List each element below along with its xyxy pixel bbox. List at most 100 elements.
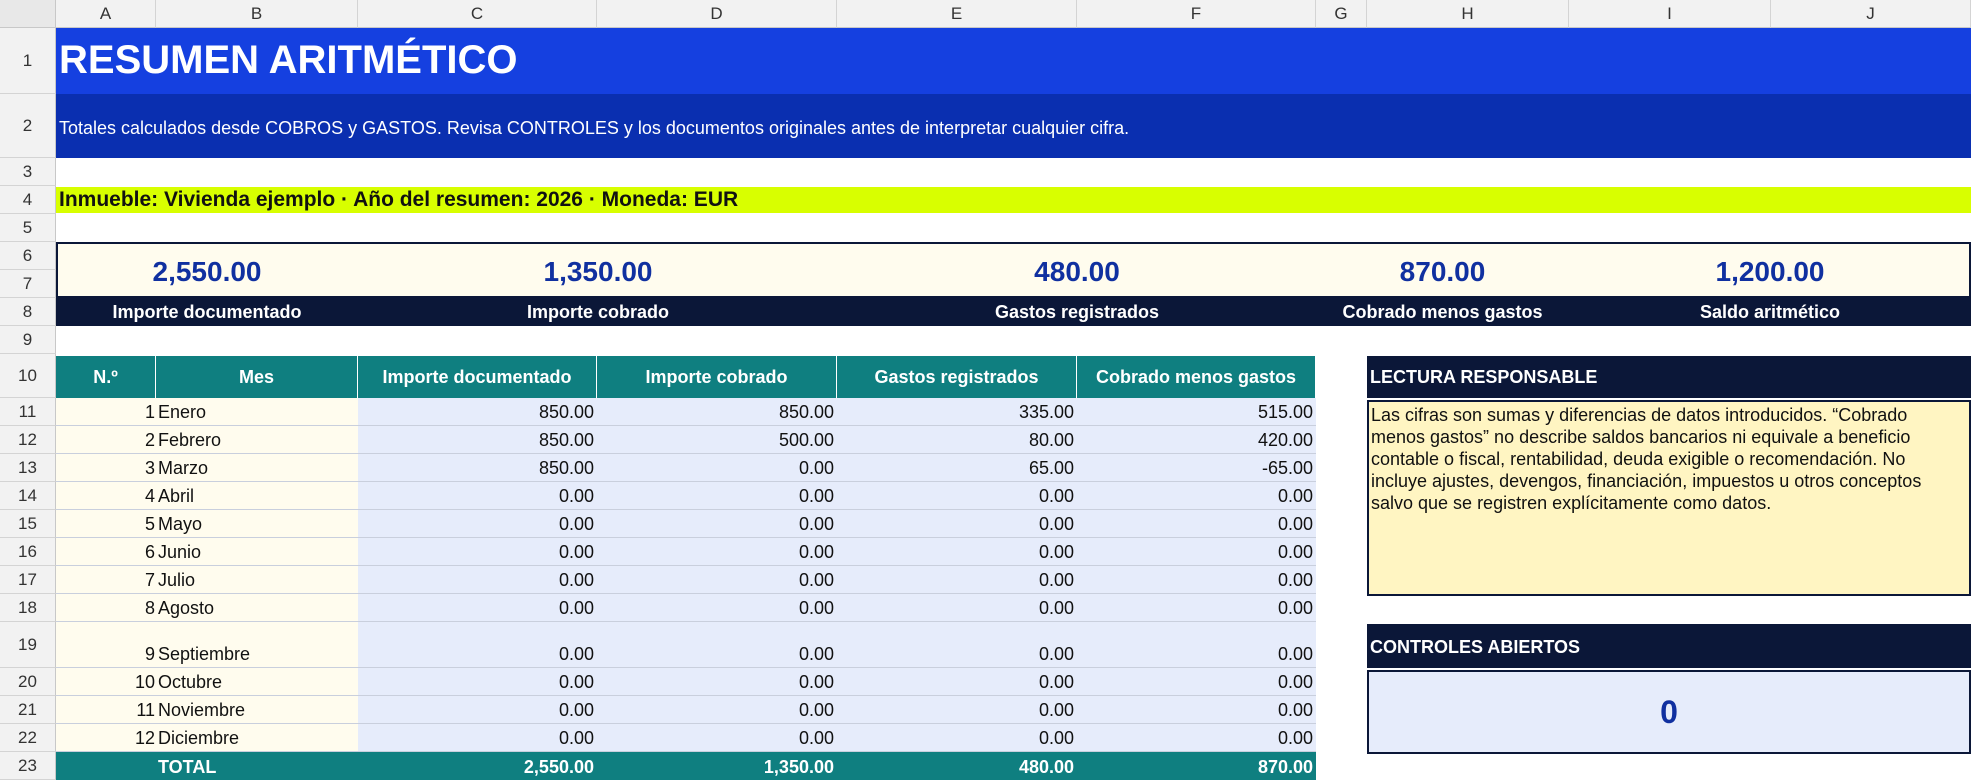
month-number[interactable]: 4 — [56, 482, 156, 510]
column-header-f[interactable]: F — [1077, 0, 1316, 28]
importe-documentado-cell[interactable]: 0.00 — [358, 566, 597, 594]
table-header-mes[interactable]: Mes — [156, 356, 358, 398]
table-header-importe-cobrado[interactable]: Importe cobrado — [597, 356, 837, 398]
month-number[interactable]: 7 — [56, 566, 156, 594]
gastos-registrados-cell[interactable]: 0.00 — [837, 510, 1077, 538]
total-importe-documentado[interactable]: 2,550.00 — [358, 754, 597, 780]
table-header-numero[interactable]: N.º — [56, 356, 156, 398]
importe-documentado-cell[interactable]: 850.00 — [358, 426, 597, 454]
row-header-15[interactable]: 15 — [0, 510, 56, 538]
row-header-1[interactable]: 1 — [0, 28, 56, 94]
cobrado-menos-gastos-cell[interactable]: 0.00 — [1077, 594, 1316, 622]
row-header-19[interactable]: 19 — [0, 622, 56, 668]
cobrado-menos-gastos-cell[interactable]: 0.00 — [1077, 668, 1316, 696]
total-label[interactable]: TOTAL — [156, 754, 358, 780]
row-header-23[interactable]: 23 — [0, 752, 56, 780]
row-header-3[interactable]: 3 — [0, 158, 56, 186]
row-header-11[interactable]: 11 — [0, 398, 56, 426]
kpi-value-cobrado-menos-gastos[interactable]: 870.00 — [1316, 252, 1569, 292]
column-header-g[interactable]: G — [1316, 0, 1367, 28]
table-header-cobrado-menos-gastos[interactable]: Cobrado menos gastos — [1077, 356, 1316, 398]
month-number[interactable]: 8 — [56, 594, 156, 622]
month-number[interactable]: 2 — [56, 426, 156, 454]
cobrado-menos-gastos-cell[interactable]: -65.00 — [1077, 454, 1316, 482]
gastos-registrados-cell[interactable]: 0.00 — [837, 594, 1077, 622]
row-header-17[interactable]: 17 — [0, 566, 56, 594]
gastos-registrados-cell[interactable]: 0.00 — [837, 538, 1077, 566]
gastos-registrados-cell[interactable]: 0.00 — [837, 566, 1077, 594]
row-header-10[interactable]: 10 — [0, 354, 56, 398]
month-number[interactable]: 5 — [56, 510, 156, 538]
kpi-value-importe-cobrado[interactable]: 1,350.00 — [358, 252, 838, 292]
select-all-corner[interactable] — [0, 0, 56, 28]
month-name[interactable]: Septiembre — [156, 622, 358, 668]
table-header-gastos-registrados[interactable]: Gastos registrados — [837, 356, 1077, 398]
row-header-4[interactable]: 4 — [0, 186, 56, 214]
month-number[interactable]: 11 — [56, 696, 156, 724]
importe-cobrado-cell[interactable]: 0.00 — [597, 454, 837, 482]
controles-count[interactable]: 0 — [1367, 670, 1971, 754]
importe-documentado-cell[interactable]: 0.00 — [358, 724, 597, 752]
month-number[interactable]: 12 — [56, 724, 156, 752]
cobrado-menos-gastos-cell[interactable]: 0.00 — [1077, 696, 1316, 724]
lectura-note[interactable]: Las cifras son sumas y diferencias de da… — [1367, 400, 1971, 596]
column-header-a[interactable]: A — [56, 0, 156, 28]
row-header-7[interactable]: 7 — [0, 270, 56, 298]
cobrado-menos-gastos-cell[interactable]: 0.00 — [1077, 724, 1316, 752]
column-header-h[interactable]: H — [1367, 0, 1569, 28]
month-number[interactable]: 9 — [56, 622, 156, 668]
month-name[interactable]: Octubre — [156, 668, 358, 696]
gastos-registrados-cell[interactable]: 0.00 — [837, 724, 1077, 752]
info-banner[interactable]: Inmueble: Vivienda ejemplo · Año del res… — [56, 187, 1971, 213]
row-header-13[interactable]: 13 — [0, 454, 56, 482]
row-header-22[interactable]: 22 — [0, 724, 56, 752]
column-header-c[interactable]: C — [358, 0, 597, 28]
total-cobrado-menos-gastos[interactable]: 870.00 — [1077, 754, 1316, 780]
total-gastos-registrados[interactable]: 480.00 — [837, 754, 1077, 780]
gastos-registrados-cell[interactable]: 65.00 — [837, 454, 1077, 482]
column-header-i[interactable]: I — [1569, 0, 1771, 28]
row-header-12[interactable]: 12 — [0, 426, 56, 454]
gastos-registrados-cell[interactable]: 0.00 — [837, 622, 1077, 668]
total-importe-cobrado[interactable]: 1,350.00 — [597, 754, 837, 780]
month-number[interactable]: 1 — [56, 398, 156, 426]
importe-documentado-cell[interactable]: 0.00 — [358, 594, 597, 622]
importe-documentado-cell[interactable]: 0.00 — [358, 538, 597, 566]
kpi-value-importe-documentado[interactable]: 2,550.00 — [56, 252, 358, 292]
importe-cobrado-cell[interactable]: 0.00 — [597, 696, 837, 724]
month-name[interactable]: Mayo — [156, 510, 358, 538]
row-header-8[interactable]: 8 — [0, 298, 56, 326]
importe-cobrado-cell[interactable]: 500.00 — [597, 426, 837, 454]
month-name[interactable]: Agosto — [156, 594, 358, 622]
cobrado-menos-gastos-cell[interactable]: 0.00 — [1077, 482, 1316, 510]
cobrado-menos-gastos-cell[interactable]: 0.00 — [1077, 622, 1316, 668]
month-name[interactable]: Junio — [156, 538, 358, 566]
controles-header[interactable]: CONTROLES ABIERTOS — [1367, 624, 1971, 668]
gastos-registrados-cell[interactable]: 0.00 — [837, 482, 1077, 510]
column-header-j[interactable]: J — [1771, 0, 1971, 28]
kpi-value-gastos-registrados[interactable]: 480.00 — [838, 252, 1316, 292]
importe-cobrado-cell[interactable]: 0.00 — [597, 724, 837, 752]
importe-documentado-cell[interactable]: 0.00 — [358, 482, 597, 510]
importe-cobrado-cell[interactable]: 0.00 — [597, 594, 837, 622]
month-name[interactable]: Marzo — [156, 454, 358, 482]
month-name[interactable]: Febrero — [156, 426, 358, 454]
cobrado-menos-gastos-cell[interactable]: 515.00 — [1077, 398, 1316, 426]
month-name[interactable]: Diciembre — [156, 724, 358, 752]
row-header-16[interactable]: 16 — [0, 538, 56, 566]
row-header-6[interactable]: 6 — [0, 242, 56, 270]
row-header-18[interactable]: 18 — [0, 594, 56, 622]
table-header-importe-documentado[interactable]: Importe documentado — [358, 356, 597, 398]
month-number[interactable]: 3 — [56, 454, 156, 482]
importe-cobrado-cell[interactable]: 0.00 — [597, 566, 837, 594]
row-header-9[interactable]: 9 — [0, 326, 56, 354]
gastos-registrados-cell[interactable]: 0.00 — [837, 668, 1077, 696]
cobrado-menos-gastos-cell[interactable]: 420.00 — [1077, 426, 1316, 454]
column-header-b[interactable]: B — [156, 0, 358, 28]
importe-cobrado-cell[interactable]: 0.00 — [597, 510, 837, 538]
subtitle-banner[interactable]: Totales calculados desde COBROS y GASTOS… — [56, 94, 1971, 158]
gastos-registrados-cell[interactable]: 0.00 — [837, 696, 1077, 724]
importe-cobrado-cell[interactable]: 850.00 — [597, 398, 837, 426]
importe-documentado-cell[interactable]: 0.00 — [358, 510, 597, 538]
month-number[interactable]: 10 — [56, 668, 156, 696]
